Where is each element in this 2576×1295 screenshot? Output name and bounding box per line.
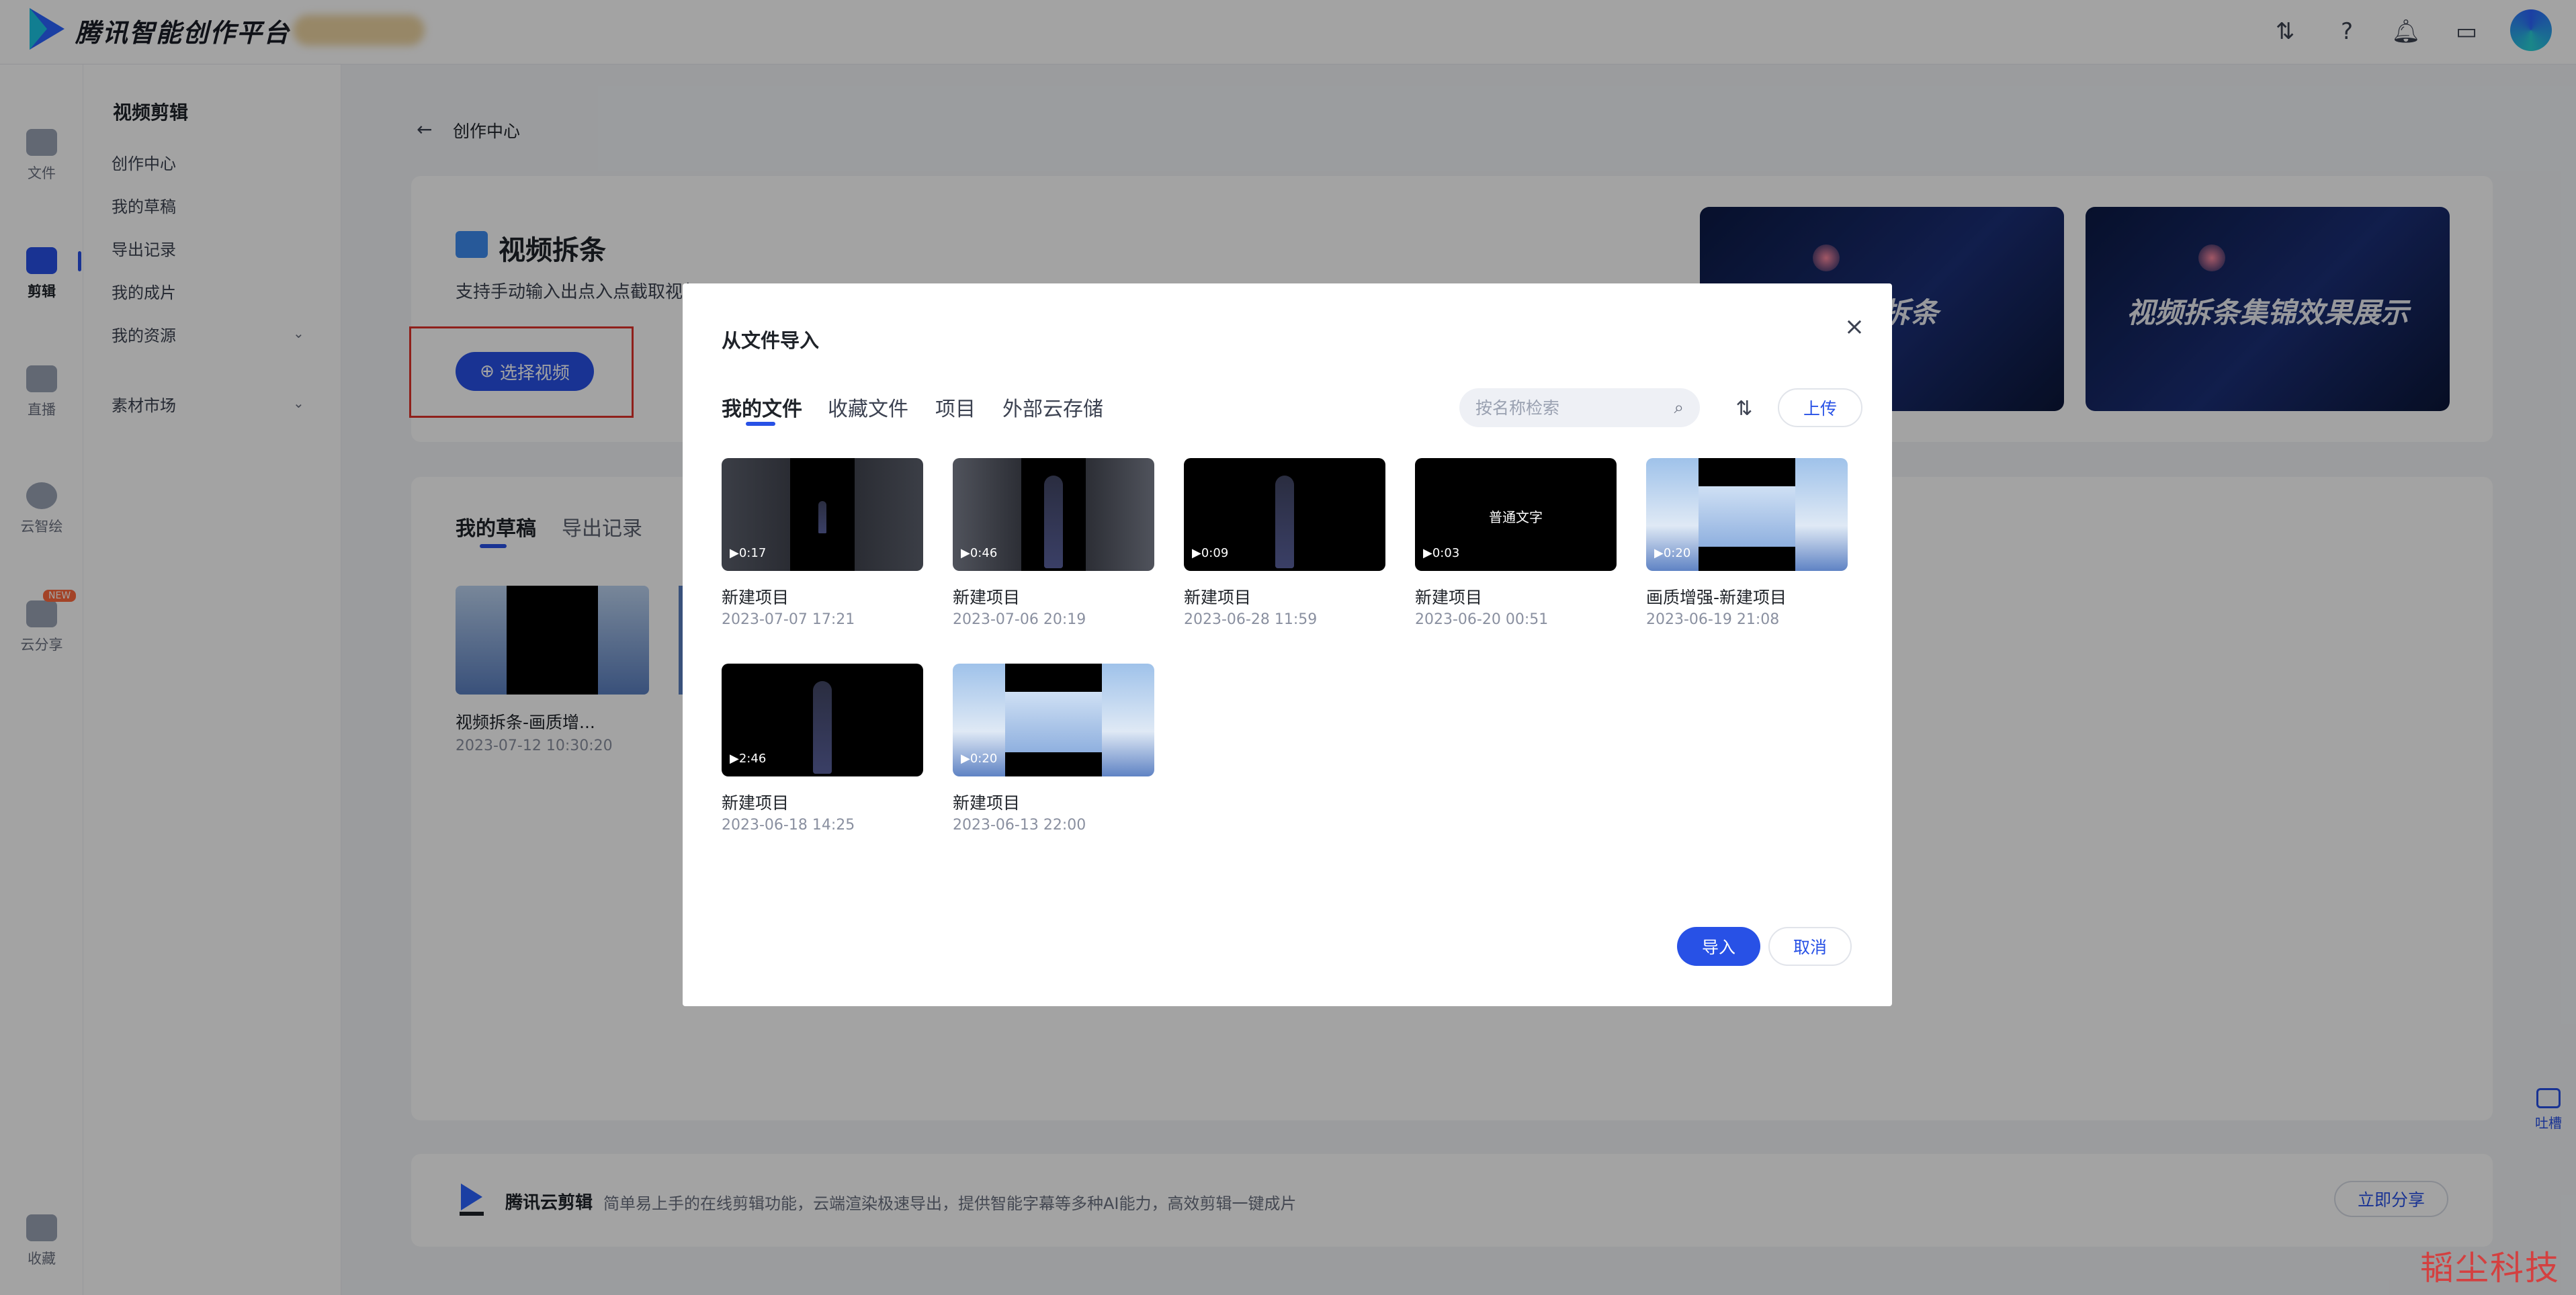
duration-label: ▶0:17 bbox=[730, 546, 766, 560]
play-icon: ▶ bbox=[1423, 546, 1432, 560]
duration-label: ▶0:20 bbox=[961, 752, 997, 766]
file-date: 2023-06-20 00:51 bbox=[1415, 611, 1549, 628]
watermark-text: 韬尘科技 bbox=[2420, 1249, 2560, 1288]
file-date: 2023-06-13 22:00 bbox=[953, 817, 1086, 834]
file-card[interactable]: ▶0:09 新建项目 2023-06-28 11:59 bbox=[1184, 458, 1385, 646]
file-date: 2023-06-18 14:25 bbox=[722, 817, 855, 834]
close-icon[interactable]: × bbox=[1841, 313, 1868, 341]
person-figure bbox=[818, 501, 826, 533]
duration-label: ▶0:46 bbox=[961, 546, 997, 560]
duration-label: ▶0:09 bbox=[1192, 546, 1228, 560]
tab-external-cloud-storage[interactable]: 外部云存储 bbox=[1002, 392, 1103, 422]
search-box[interactable]: ⌕ bbox=[1459, 388, 1700, 427]
duration-label: ▶0:03 bbox=[1423, 546, 1459, 560]
play-icon: ▶ bbox=[961, 546, 970, 560]
file-title[interactable]: 新建项目 bbox=[722, 584, 789, 609]
file-title[interactable]: 新建项目 bbox=[722, 790, 789, 814]
file-card[interactable]: ▶0:20 画质增强-新建项目 2023-06-19 21:08 bbox=[1646, 458, 1848, 646]
import-button[interactable]: 导入 bbox=[1677, 927, 1760, 966]
play-icon: ▶ bbox=[961, 752, 970, 766]
file-date: 2023-06-28 11:59 bbox=[1184, 611, 1318, 628]
duration-value: 0:09 bbox=[1201, 546, 1229, 560]
file-card[interactable]: ▶0:20 新建项目 2023-06-13 22:00 bbox=[953, 664, 1154, 852]
thumbnail-text: 普通文字 bbox=[1489, 509, 1543, 525]
thumbnail-frame bbox=[1005, 664, 1102, 776]
file-card[interactable]: 普通文字 ▶0:03 新建项目 2023-06-20 00:51 bbox=[1415, 458, 1617, 646]
duration-value: 0:03 bbox=[1432, 546, 1460, 560]
duration-value: 0:17 bbox=[738, 546, 767, 560]
duration-value: 0:20 bbox=[970, 752, 998, 766]
search-input[interactable] bbox=[1475, 398, 1650, 418]
file-title[interactable]: 新建项目 bbox=[1415, 584, 1482, 609]
person-figure bbox=[813, 681, 832, 774]
file-date: 2023-07-06 20:19 bbox=[953, 611, 1086, 628]
file-date: 2023-06-19 21:08 bbox=[1646, 611, 1780, 628]
file-card[interactable]: ▶0:46 新建项目 2023-07-06 20:19 bbox=[953, 458, 1154, 646]
file-card[interactable]: ▶0:17 新建项目 2023-07-07 17:21 bbox=[722, 458, 923, 646]
file-thumbnail[interactable]: ▶0:09 bbox=[1184, 458, 1385, 571]
thumbnail-frame bbox=[1699, 458, 1795, 571]
tab-favorite-files[interactable]: 收藏文件 bbox=[828, 392, 908, 422]
duration-label: ▶0:20 bbox=[1654, 546, 1690, 560]
duration-value: 2:46 bbox=[738, 752, 767, 766]
thumbnail-scene bbox=[1005, 692, 1102, 752]
cancel-button[interactable]: 取消 bbox=[1768, 927, 1852, 966]
play-icon: ▶ bbox=[1654, 546, 1664, 560]
file-thumbnail[interactable]: ▶0:17 bbox=[722, 458, 923, 571]
file-title[interactable]: 新建项目 bbox=[1184, 584, 1251, 609]
file-title[interactable]: 新建项目 bbox=[953, 584, 1020, 609]
tab-underline bbox=[746, 422, 775, 426]
file-thumbnail[interactable]: ▶0:20 bbox=[1646, 458, 1848, 571]
sort-icon[interactable]: ⇅ bbox=[1729, 394, 1759, 423]
file-card[interactable]: ▶2:46 新建项目 2023-06-18 14:25 bbox=[722, 664, 923, 852]
file-thumbnail[interactable]: ▶0:46 bbox=[953, 458, 1154, 571]
search-icon[interactable]: ⌕ bbox=[1674, 398, 1684, 418]
duration-label: ▶2:46 bbox=[730, 752, 766, 766]
file-thumbnail[interactable]: ▶0:20 bbox=[953, 664, 1154, 776]
file-title[interactable]: 新建项目 bbox=[953, 790, 1020, 814]
play-icon: ▶ bbox=[730, 752, 739, 766]
play-icon: ▶ bbox=[1192, 546, 1201, 560]
file-title[interactable]: 画质增强-新建项目 bbox=[1646, 584, 1787, 609]
duration-value: 0:20 bbox=[1663, 546, 1691, 560]
person-figure bbox=[1044, 476, 1063, 568]
file-date: 2023-07-07 17:21 bbox=[722, 611, 855, 628]
file-thumbnail[interactable]: 普通文字 ▶0:03 bbox=[1415, 458, 1617, 571]
duration-value: 0:46 bbox=[970, 546, 998, 560]
tab-projects[interactable]: 项目 bbox=[935, 392, 976, 422]
import-from-file-dialog: 从文件导入 × 我的文件 收藏文件 项目 外部云存储 ⌕ ⇅ 上传 ▶0:17新… bbox=[683, 283, 1892, 1006]
person-figure bbox=[1275, 476, 1294, 568]
thumbnail-scene bbox=[1699, 486, 1795, 547]
play-icon: ▶ bbox=[730, 546, 739, 560]
tab-my-files[interactable]: 我的文件 bbox=[722, 392, 802, 422]
file-thumbnail[interactable]: ▶2:46 bbox=[722, 664, 923, 776]
upload-button[interactable]: 上传 bbox=[1778, 388, 1862, 427]
dialog-title: 从文件导入 bbox=[722, 329, 820, 352]
